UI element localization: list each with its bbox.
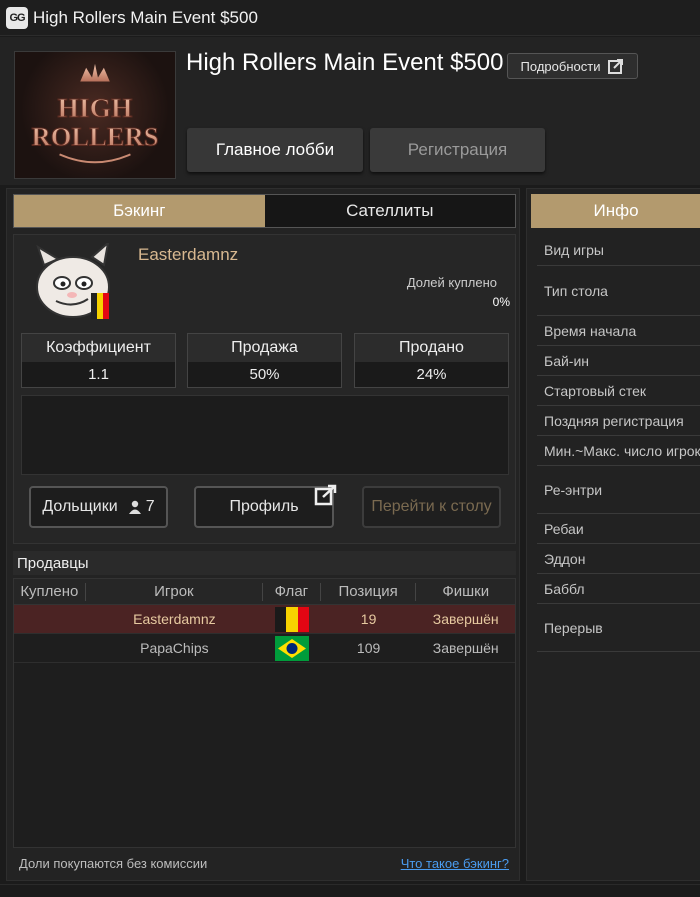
sellers-table: Куплено Игрок Флаг Позиция Фишки Easterd… [13,578,516,848]
cell-player: PapaChips [140,640,209,656]
column-header[interactable]: Фишки [416,583,515,601]
backer-description-box [21,395,509,475]
profile-label: Профиль [229,498,299,515]
window-titlebar: GG High Rollers Main Event $500 [0,0,700,36]
external-link-icon [314,484,337,506]
info-row-reentry: Ре-энтри [537,466,700,514]
info-panel: Инфо Вид игры Тип стола Время начала Бай… [526,188,700,881]
what-is-backing-link[interactable]: Что такое бэкинг? [401,856,509,871]
tab-info[interactable]: Инфо [531,194,700,228]
backer-name[interactable]: Easterdamnz [138,245,238,265]
shareholders-button[interactable]: Дольщики 7 [29,486,168,528]
stat-coefficient: Коэффициент 1.1 [21,333,176,388]
info-row-rebuy: Ребаи [537,514,700,544]
cell-flag [263,634,321,663]
cell-chips: Завершён [432,611,499,627]
cell-bought [14,605,86,634]
details-label: Подробности [520,58,601,74]
avatar [28,240,128,325]
stat-value: 50% [249,366,280,383]
stat-sold: Продано 24% [354,333,509,388]
info-row-late-registration: Поздняя регистрация [537,406,700,436]
table-header: Куплено Игрок Флаг Позиция Фишки [14,579,515,605]
person-icon [128,500,141,514]
svg-text:HIGH: HIGH [57,92,132,123]
commission-note: Доли покупаются без комиссии [19,856,208,871]
info-list: Вид игры Тип стола Время начала Бай-ин С… [537,234,700,652]
cell-position: 109 [356,640,381,656]
details-button[interactable]: Подробности [507,53,638,79]
cell-bought [14,634,86,663]
event-title: High Rollers Main Event $500 [186,49,504,76]
column-header[interactable]: Флаг [263,582,321,601]
shares-bought-value: 0% [492,295,510,309]
shares-bought-label: Долей куплено [406,275,497,290]
stat-sale: Продажа 50% [187,333,342,388]
table-row[interactable]: Easterdamnz 19 Завершён [14,605,515,634]
column-header[interactable]: Куплено [14,582,86,601]
stat-label: Коэффициент [22,334,175,362]
column-header[interactable]: Игрок [86,582,264,601]
stat-label: Продано [355,334,508,362]
info-row-game-type: Вид игры [537,234,700,266]
external-link-icon [608,59,624,74]
app-logo-icon: GG [6,6,28,29]
window-title: High Rollers Main Event $500 [33,7,258,27]
stat-value: 1.1 [88,366,109,383]
cell-flag [263,605,321,634]
stat-value: 24% [416,366,447,383]
cell-player: Easterdamnz [133,611,216,627]
tab-satellites[interactable]: Сателлиты [264,195,515,227]
tournament-header: HIGH ROLLERS High Rollers Main Event $50… [0,37,700,185]
bottom-bar [0,884,700,897]
table-row[interactable]: PapaChips 109 Завершён [14,634,515,663]
belgium-flag-icon [274,606,309,632]
brazil-flag-icon [274,635,309,661]
info-row-player-count: Мин.~Макс. число игроков [537,436,700,466]
cell-chips: Завершён [432,640,499,656]
info-row-break: Перерыв [537,604,700,652]
stat-label: Продажа [188,334,341,362]
backing-panel: Бэкинг Сателлиты Easterdamnz Долей купле… [6,188,520,881]
cell-position: 19 [360,611,377,627]
backing-tabs: Бэкинг Сателлиты [13,194,516,228]
tournament-logo: HIGH ROLLERS [14,51,176,179]
profile-button[interactable]: Профиль [194,484,337,528]
info-row-bubble: Баббл [537,574,700,604]
register-button[interactable]: Регистрация [370,128,545,172]
info-row-addon: Эддон [537,544,700,574]
sellers-title: Продавцы [13,551,516,575]
shareholders-count: 7 [145,498,155,515]
info-row-start-time: Время начала [537,316,700,346]
main-lobby-button[interactable]: Главное лобби [187,128,363,172]
column-header[interactable]: Позиция [321,582,417,601]
info-row-buy-in: Бай-ин [537,346,700,376]
tab-backing[interactable]: Бэкинг [14,195,265,227]
backer-card: Easterdamnz Долей куплено 0% Коэффициент… [13,234,516,544]
goto-table-button[interactable]: Перейти к столу [362,486,501,528]
svg-text:ROLLERS: ROLLERS [32,122,159,152]
shareholders-label: Дольщики [42,498,118,515]
info-row-starting-stack: Стартовый стек [537,376,700,406]
info-row-table-type: Тип стола [537,266,700,316]
